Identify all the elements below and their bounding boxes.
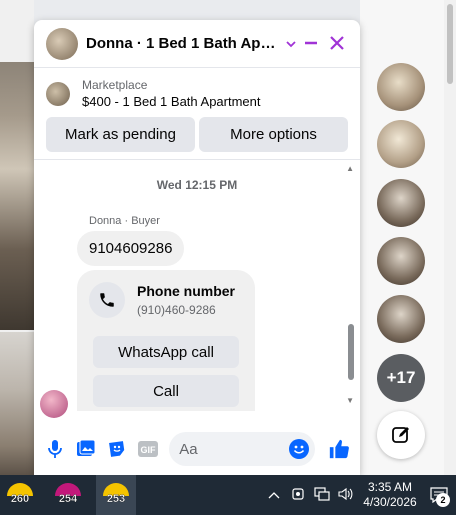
chat-header[interactable]: Donna · 1 Bed 1 Bath Apart···	[34, 20, 360, 68]
windows-taskbar: 260 254 253 3:35 AM 4/30/2026 2	[0, 475, 456, 515]
more-chats-count: +17	[386, 368, 416, 387]
messages-scrollbar-thumb[interactable]	[348, 324, 354, 380]
notification-center-button[interactable]: 2	[422, 475, 456, 515]
show-hidden-icons-chevron-icon[interactable]	[262, 488, 286, 502]
chat-head[interactable]	[377, 237, 425, 285]
taskbar-app-2[interactable]: 254	[48, 475, 88, 515]
new-message-button[interactable]	[377, 411, 425, 459]
marketplace-banner: Marketplace $400 - 1 Bed 1 Bath Apartmen…	[34, 68, 360, 160]
taskbar-app-value: 254	[58, 493, 78, 505]
chat-head[interactable]	[377, 295, 425, 343]
whatsapp-call-button[interactable]: WhatsApp call	[93, 336, 239, 368]
chat-head[interactable]	[377, 120, 425, 168]
chat-title[interactable]: Donna · 1 Bed 1 Bath Apart···	[86, 35, 281, 52]
scroll-down-icon[interactable]: ▼	[346, 396, 354, 405]
like-icon[interactable]	[323, 433, 354, 465]
more-chats-button[interactable]: +17	[377, 354, 425, 402]
listing-thumbnail[interactable]	[46, 81, 70, 106]
message-list: Wed 12:15 PM Donna · Buyer 9104609286 Ph…	[34, 160, 360, 418]
mark-as-pending-button[interactable]: Mark as pending	[46, 117, 195, 152]
taskbar-app-value: 253	[106, 493, 126, 505]
taskbar-app-1[interactable]: 260	[0, 475, 40, 515]
gif-icon[interactable]: GIF	[132, 433, 163, 465]
close-icon	[330, 35, 344, 50]
phone-card-value: (910)460-9286	[137, 303, 216, 317]
clock-time: 3:35 AM	[367, 480, 413, 494]
phone-number-card: Phone number (910)460-9286 WhatsApp call…	[77, 270, 255, 411]
volume-icon[interactable]	[334, 487, 358, 504]
marketplace-label: Marketplace	[82, 78, 148, 92]
taskbar-app-3[interactable]: 253	[96, 475, 136, 515]
notification-count: 2	[436, 493, 450, 507]
taskbar-app-value: 260	[10, 493, 30, 505]
taskbar-clock[interactable]: 3:35 AM 4/30/2026	[358, 480, 422, 510]
minimize-icon	[305, 41, 318, 44]
network-icon[interactable]	[310, 486, 334, 504]
message-input-wrapper[interactable]	[169, 432, 316, 466]
photo-icon[interactable]	[71, 433, 102, 465]
message-input[interactable]	[179, 440, 276, 458]
message-bubble[interactable]: 9104609286	[77, 231, 185, 266]
sender-avatar[interactable]	[40, 390, 68, 418]
compose-icon	[392, 427, 409, 443]
chat-head[interactable]	[377, 63, 425, 111]
chat-window: Donna · 1 Bed 1 Bath Apart··· Marketplac…	[34, 20, 360, 475]
scroll-up-icon[interactable]: ▲	[346, 164, 354, 173]
listing-title[interactable]: $400 - 1 Bed 1 Bath Apartment	[82, 94, 261, 109]
message-timestamp: Wed 12:15 PM	[156, 178, 238, 192]
phone-icon	[89, 282, 125, 318]
composer-bar: GIF	[34, 424, 360, 474]
sticker-icon[interactable]	[102, 433, 133, 465]
emoji-icon[interactable]	[289, 439, 310, 459]
sender-label: Donna · Buyer	[89, 215, 160, 227]
more-options-button[interactable]: More options	[199, 117, 348, 152]
call-button[interactable]: Call	[93, 375, 239, 407]
svg-text:GIF: GIF	[140, 445, 156, 455]
contact-avatar[interactable]	[46, 27, 78, 60]
chevron-down-icon[interactable]	[285, 36, 299, 51]
phone-card-title: Phone number	[137, 283, 236, 299]
background-photo	[0, 62, 34, 330]
background-photo	[0, 332, 34, 475]
minimize-button[interactable]	[298, 34, 324, 54]
microphone-icon[interactable]	[40, 433, 71, 465]
chat-head[interactable]	[377, 179, 425, 227]
meet-now-icon[interactable]	[286, 487, 310, 504]
clock-date: 4/30/2026	[363, 495, 417, 509]
close-button[interactable]	[324, 34, 350, 54]
system-tray: 3:35 AM 4/30/2026 2	[262, 475, 456, 515]
page-scrollbar-thumb[interactable]	[447, 4, 453, 84]
